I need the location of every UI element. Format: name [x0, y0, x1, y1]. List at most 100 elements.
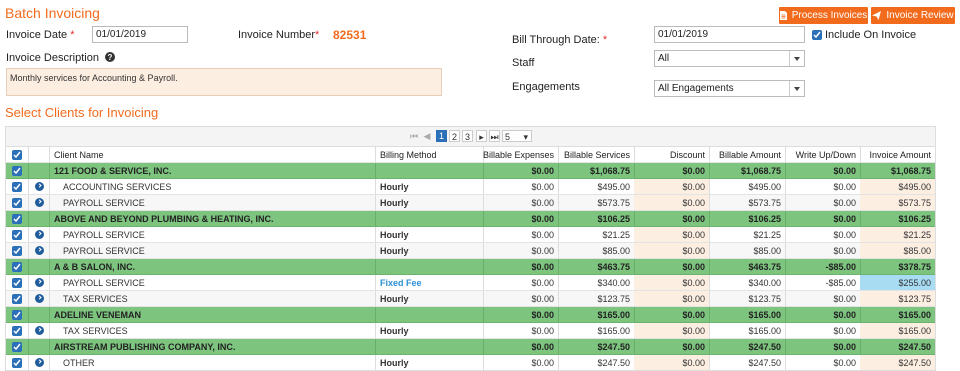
write-up-down-cell: $0.00	[833, 294, 856, 304]
svg-text:?: ?	[108, 53, 113, 62]
client-group-row: ABOVE AND BEYOND PLUMBING & HEATING, INC…	[6, 211, 935, 227]
billing-method-cell	[375, 307, 483, 322]
invoice-description-field[interactable]: Monthly services for Accounting & Payrol…	[6, 68, 442, 96]
page-2-button[interactable]: 2	[449, 130, 460, 142]
staff-select[interactable]: All	[654, 50, 805, 67]
page-1-button[interactable]: 1	[436, 130, 447, 142]
row-checkbox[interactable]	[12, 214, 22, 224]
table-header-row: Client Name Billing Method Billable Expens…	[6, 147, 935, 163]
column-header-billable-expenses[interactable]: Billable Expenses	[483, 147, 558, 162]
write-up-down-cell: -$85.00	[825, 262, 856, 272]
expand-row-icon[interactable]	[35, 230, 44, 239]
invoice-amount-cell[interactable]: $255.00	[860, 275, 935, 290]
invoice-review-button[interactable]: Invoice Review	[871, 7, 955, 24]
discount-cell[interactable]: $0.00	[634, 307, 709, 322]
invoice-date-input[interactable]: 01/01/2019	[92, 26, 188, 43]
check-icon	[13, 167, 21, 175]
row-checkbox[interactable]	[12, 182, 22, 192]
expand-row-icon[interactable]	[35, 198, 44, 207]
billing-method-cell: Hourly	[380, 198, 409, 208]
engagements-select[interactable]: All Engagements	[654, 80, 805, 97]
row-checkbox[interactable]	[12, 326, 22, 336]
include-on-invoice-checkbox[interactable]	[812, 30, 822, 40]
billing-method-cell[interactable]: Fixed Fee	[375, 275, 483, 290]
row-checkbox[interactable]	[12, 310, 22, 320]
discount-cell[interactable]: $0.00	[634, 211, 709, 226]
discount-cell[interactable]: $0.00	[634, 227, 709, 242]
invoice-amount-cell[interactable]: $85.00	[860, 243, 935, 258]
expand-row-icon[interactable]	[35, 278, 44, 287]
discount-cell[interactable]: $0.00	[634, 275, 709, 290]
invoice-amount-cell[interactable]: $1,068.75	[860, 163, 935, 178]
discount-cell[interactable]: $0.00	[634, 195, 709, 210]
column-header-billable-amount[interactable]: Billable Amount	[709, 147, 785, 162]
expand-row-icon[interactable]	[35, 246, 44, 255]
discount-cell[interactable]: $0.00	[634, 179, 709, 194]
billable-expenses-cell: $0.00	[531, 326, 554, 336]
last-page-icon[interactable]: ⏭	[489, 130, 500, 142]
help-icon[interactable]: ?	[105, 52, 115, 62]
engagement-row: OTHER Hourly $0.00 $247.50 $0.00 $247.50 $0.00…	[6, 355, 935, 370]
check-icon	[13, 215, 21, 223]
billing-method-cell	[375, 259, 483, 274]
row-checkbox[interactable]	[12, 278, 22, 288]
discount-cell[interactable]: $0.00	[634, 323, 709, 338]
invoice-amount-cell[interactable]: $123.75	[860, 291, 935, 306]
billable-amount-cell: $165.00	[748, 310, 781, 320]
invoice-amount-cell[interactable]: $495.00	[860, 179, 935, 194]
row-checkbox[interactable]	[12, 358, 22, 368]
row-checkbox[interactable]	[12, 150, 22, 160]
expand-row-icon[interactable]	[35, 358, 44, 367]
process-invoices-button[interactable]: Process Invoices	[779, 7, 868, 24]
discount-cell[interactable]: $0.00	[634, 243, 709, 258]
billable-expenses-cell: $0.00	[531, 246, 554, 256]
first-page-icon[interactable]: ⏮	[409, 130, 419, 142]
page-size-select[interactable]: 5 ▾	[502, 130, 532, 142]
invoice-amount-cell[interactable]: $573.75	[860, 195, 935, 210]
expand-row-icon[interactable]	[35, 326, 44, 335]
row-checkbox[interactable]	[12, 246, 22, 256]
billable-services-cell: $165.00	[597, 326, 630, 336]
check-icon	[13, 263, 21, 271]
bill-through-date-input[interactable]: 01/01/2019	[654, 26, 805, 43]
column-header-client-name[interactable]: Client Name	[49, 147, 375, 162]
row-checkbox[interactable]	[12, 262, 22, 272]
invoice-amount-cell[interactable]: $165.00	[860, 307, 935, 322]
column-header-billable-services[interactable]: Billable Services	[558, 147, 634, 162]
invoice-amount-cell[interactable]: $247.50	[860, 339, 935, 354]
billable-services-cell: $573.75	[597, 198, 630, 208]
billable-services-cell: $340.00	[597, 278, 630, 288]
expand-row-icon[interactable]	[35, 182, 44, 191]
row-checkbox[interactable]	[12, 230, 22, 240]
row-checkbox[interactable]	[12, 294, 22, 304]
engagements-label: Engagements	[512, 81, 580, 93]
page-3-button[interactable]: 3	[462, 130, 473, 142]
invoice-amount-cell[interactable]: $106.25	[860, 211, 935, 226]
engagement-row: ACCOUNTING SERVICES Hourly $0.00 $495.00 $0.…	[6, 179, 935, 195]
column-header-billing-method[interactable]: Billing Method	[375, 147, 483, 162]
engagement-row: TAX SERVICES Hourly $0.00 $165.00 $0.00 $165.…	[6, 323, 935, 339]
row-checkbox[interactable]	[12, 198, 22, 208]
discount-cell[interactable]: $0.00	[634, 259, 709, 274]
discount-cell[interactable]: $0.00	[634, 163, 709, 178]
next-page-icon[interactable]: ▸	[476, 130, 487, 142]
invoice-amount-cell[interactable]: $378.75	[860, 259, 935, 274]
invoice-amount-cell[interactable]: $21.25	[860, 227, 935, 242]
expand-row-icon[interactable]	[35, 294, 44, 303]
row-checkbox[interactable]	[12, 342, 22, 352]
engagement-row: PAYROLL SERVICE Hourly $0.00 $21.25 $0.00 $21…	[6, 227, 935, 243]
column-header-write-up-down[interactable]: Write Up/Down	[785, 147, 860, 162]
write-up-down-cell: $0.00	[833, 166, 856, 176]
invoice-amount-cell[interactable]: $165.00	[860, 323, 935, 338]
discount-cell[interactable]: $0.00	[634, 291, 709, 306]
billable-amount-cell: $573.75	[748, 198, 781, 208]
discount-cell[interactable]: $0.00	[634, 339, 709, 354]
column-header-discount[interactable]: Discount	[634, 147, 709, 162]
discount-cell[interactable]: $0.00	[634, 355, 709, 370]
column-divider	[28, 211, 29, 226]
invoice-amount-cell[interactable]: $247.50	[860, 355, 935, 370]
row-checkbox[interactable]	[12, 166, 22, 176]
prev-page-icon[interactable]: ◀	[422, 130, 432, 142]
engagement-row: PAYROLL SERVICE Hourly $0.00 $573.75 $0.00 $5…	[6, 195, 935, 211]
column-header-invoice-amount[interactable]: Invoice Amount	[860, 147, 935, 162]
